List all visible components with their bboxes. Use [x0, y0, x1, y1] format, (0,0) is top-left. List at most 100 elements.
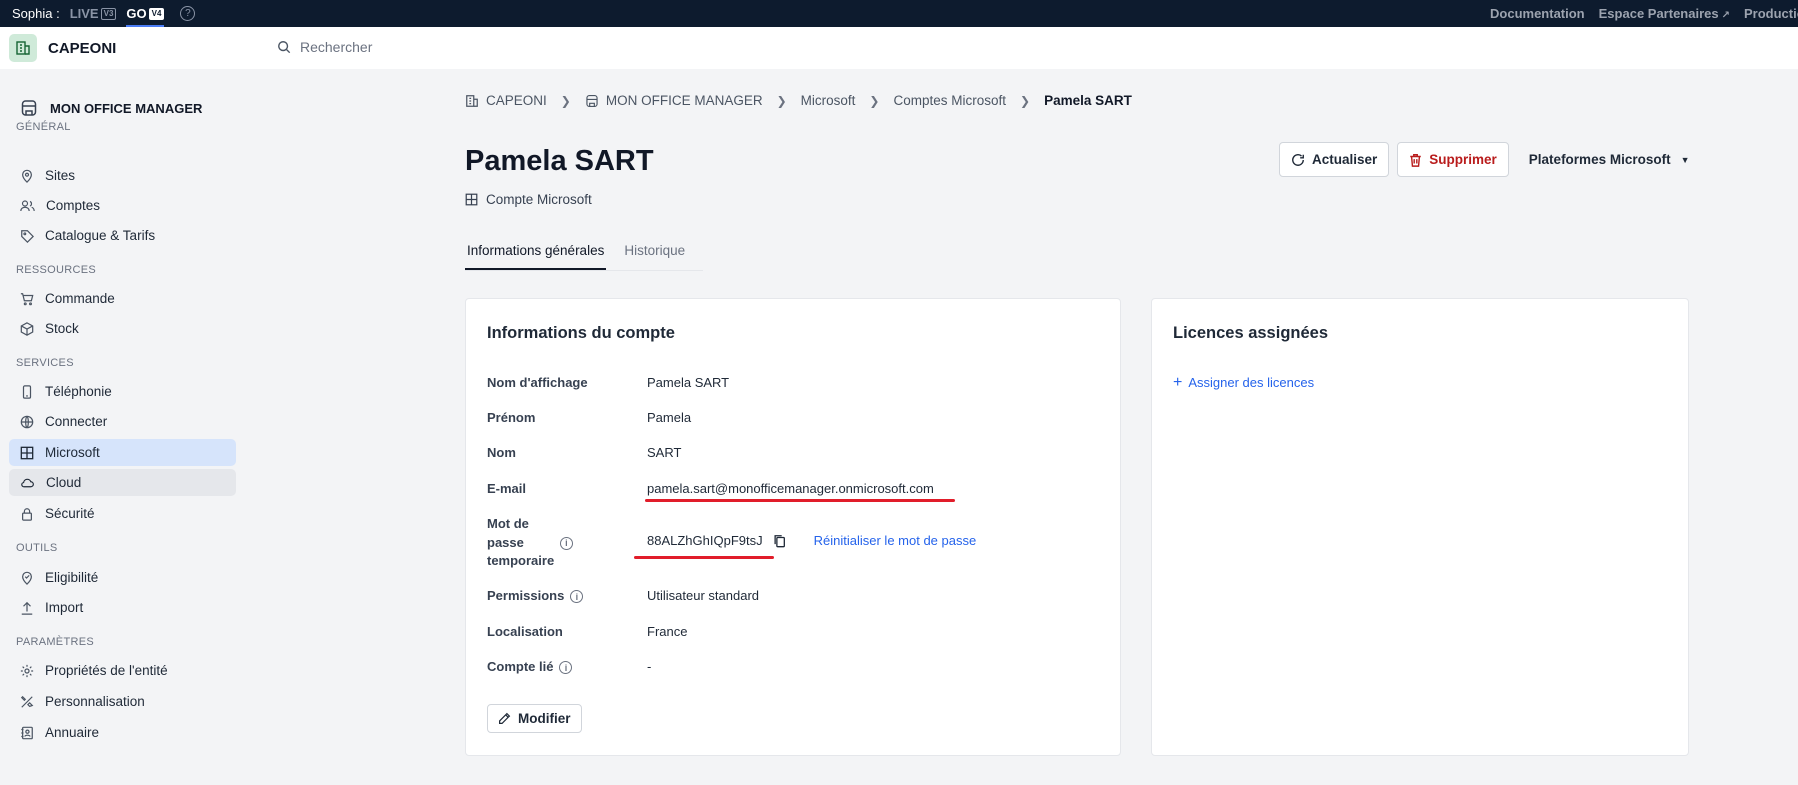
caret-down-icon: ▼: [1680, 154, 1690, 165]
sidebar-item-personnalisation[interactable]: Personnalisation: [9, 688, 236, 715]
chevron-right-icon: ❯: [776, 93, 787, 108]
breadcrumb: CAPEONI ❯ MON OFFICE MANAGER ❯ Microsoft…: [465, 93, 1132, 108]
sidebar-item-connecter[interactable]: Connecter: [9, 408, 236, 435]
platforms-dropdown[interactable]: Plateformes Microsoft ▼: [1517, 142, 1702, 177]
delete-button[interactable]: Supprimer: [1397, 142, 1509, 177]
sidebar-item-stock[interactable]: Stock: [9, 315, 236, 342]
field-value: 88ALZhGhIQpF9tsJ: [647, 533, 763, 548]
field-value: Pamela SART: [647, 375, 730, 390]
sidebar-item-label: Annuaire: [45, 725, 100, 740]
chevron-right-icon: ❯: [869, 93, 880, 108]
field-value: pamela.sart@monofficemanager.onmicrosoft…: [647, 481, 934, 496]
env-go[interactable]: GO V4: [126, 0, 165, 27]
info-icon[interactable]: i: [570, 590, 584, 604]
breadcrumb-microsoft[interactable]: Microsoft: [801, 93, 856, 108]
section-resources: RESSOURCES: [16, 264, 97, 276]
sidebar-item-label: Microsoft: [45, 445, 100, 460]
sidebar-item-label: Comptes: [46, 198, 101, 213]
sidebar-item-label: Personnalisation: [45, 694, 145, 709]
sidebar-item-label: Eligibilité: [45, 570, 99, 585]
sidebar-item-label: Cloud: [46, 475, 82, 490]
partners-link[interactable]: Espace Partenaires ↗: [1599, 6, 1730, 21]
box-icon: [20, 321, 34, 336]
field-label: Prénom: [487, 410, 536, 425]
sidebar-item-catalogue[interactable]: Catalogue & Tarifs: [9, 222, 236, 249]
sidebar-item-comptes[interactable]: Comptes: [9, 192, 236, 219]
copy-icon[interactable]: [773, 534, 786, 548]
section-tools: OUTILS: [16, 542, 58, 554]
environment-switcher: Sophia : LIVE V3 GO V4 ?: [12, 0, 196, 27]
search-input[interactable]: Rechercher: [277, 39, 372, 55]
env-go-badge: V4: [148, 7, 165, 20]
tab-history[interactable]: Historique: [622, 240, 687, 270]
breadcrumb-comptes-microsoft[interactable]: Comptes Microsoft: [893, 93, 1006, 108]
field-label: Nom d'affichage: [487, 375, 588, 390]
page-actions: Actualiser Supprimer Plateformes Microso…: [1279, 142, 1702, 177]
info-icon[interactable]: i: [559, 536, 573, 550]
field-value: SART: [647, 445, 682, 460]
sidebar-item-annuaire[interactable]: Annuaire: [9, 719, 236, 746]
tag-icon: [21, 229, 34, 243]
sidebar-item-import[interactable]: Import: [9, 594, 236, 621]
section-general: GÉNÉRAL: [16, 121, 71, 133]
upload-icon: [21, 601, 33, 615]
breadcrumb-entity[interactable]: MON OFFICE MANAGER: [585, 93, 763, 108]
info-icon[interactable]: i: [559, 661, 573, 675]
top-links: Documentation Espace Partenaires ↗ Produc…: [1490, 0, 1798, 27]
field-label: Nom: [487, 445, 516, 460]
documentation-link[interactable]: Documentation: [1490, 6, 1585, 21]
env-live-badge: V3: [100, 7, 117, 20]
grid-icon: [465, 193, 478, 206]
page-title: Pamela SART: [465, 145, 654, 177]
refresh-button[interactable]: Actualiser: [1279, 142, 1390, 177]
sidebar-item-microsoft[interactable]: Microsoft: [9, 439, 236, 466]
reset-password-link[interactable]: Réinitialiser le mot de passe: [814, 533, 977, 548]
tab-general-info[interactable]: Informations générales: [465, 240, 607, 270]
chevron-right-icon: ❯: [560, 93, 571, 108]
section-settings: PARAMÈTRES: [16, 636, 94, 648]
current-user: Sophia :: [12, 6, 60, 21]
field-label: Mot de passe i temporaire: [487, 515, 573, 571]
search-icon: [278, 41, 291, 54]
section-services: SERVICES: [16, 357, 74, 369]
refresh-label: Actualiser: [1312, 152, 1378, 167]
sidebar-item-securite[interactable]: Sécurité: [9, 500, 236, 527]
org-name[interactable]: CAPEONI: [48, 40, 116, 57]
entity-selector[interactable]: MON OFFICE MANAGER: [20, 99, 202, 117]
breadcrumb-label: CAPEONI: [486, 93, 547, 108]
help-icon[interactable]: ?: [180, 6, 196, 21]
trash-icon: [1410, 153, 1422, 167]
password-value-group: 88ALZhGhIQpF9tsJ Réinitialiser le mot de…: [647, 533, 976, 548]
sidebar-item-eligibilite[interactable]: Eligibilité: [9, 564, 236, 591]
field-value: Pamela: [647, 410, 692, 425]
field-value: Utilisateur standard: [647, 588, 759, 603]
sidebar-item-sites[interactable]: Sites: [9, 162, 236, 189]
account-info-card: Informations du compte Nom d'affichage P…: [465, 298, 1121, 756]
cart-icon: [20, 292, 34, 305]
production-link[interactable]: Production: [1744, 6, 1798, 21]
page-subtitle: Compte Microsoft: [465, 192, 592, 207]
breadcrumb-org[interactable]: CAPEONI: [465, 93, 547, 108]
entity-name: MON OFFICE MANAGER: [50, 100, 203, 116]
field-label: Localisation: [487, 624, 563, 639]
edit-button[interactable]: Modifier: [487, 704, 582, 733]
field-label-text: Compte lié: [487, 659, 554, 674]
store-icon: [21, 100, 37, 116]
assign-licenses-link[interactable]: + Assigner des licences: [1173, 375, 1315, 391]
building-icon: [466, 94, 478, 107]
subtitle-label: Compte Microsoft: [486, 192, 592, 207]
sidebar-item-cloud[interactable]: Cloud: [9, 469, 236, 496]
building-icon[interactable]: [9, 34, 37, 62]
sidebar-item-label: Commande: [45, 291, 115, 306]
gear-icon: [20, 664, 34, 677]
sidebar-item-telephonie[interactable]: Téléphonie: [9, 378, 236, 405]
sidebar-item-proprietes[interactable]: Propriétés de l'entité: [9, 657, 236, 684]
assign-licenses-label: Assigner des licences: [1188, 375, 1315, 390]
sidebar-item-label: Téléphonie: [45, 384, 112, 399]
cloud-icon: [21, 478, 34, 487]
breadcrumb-current: Pamela SART: [1044, 93, 1132, 108]
external-link-icon: ↗: [1721, 10, 1730, 21]
card-title: Licences assignées: [1173, 324, 1329, 342]
env-live[interactable]: LIVE V3: [70, 0, 117, 27]
sidebar-item-commande[interactable]: Commande: [9, 285, 236, 312]
